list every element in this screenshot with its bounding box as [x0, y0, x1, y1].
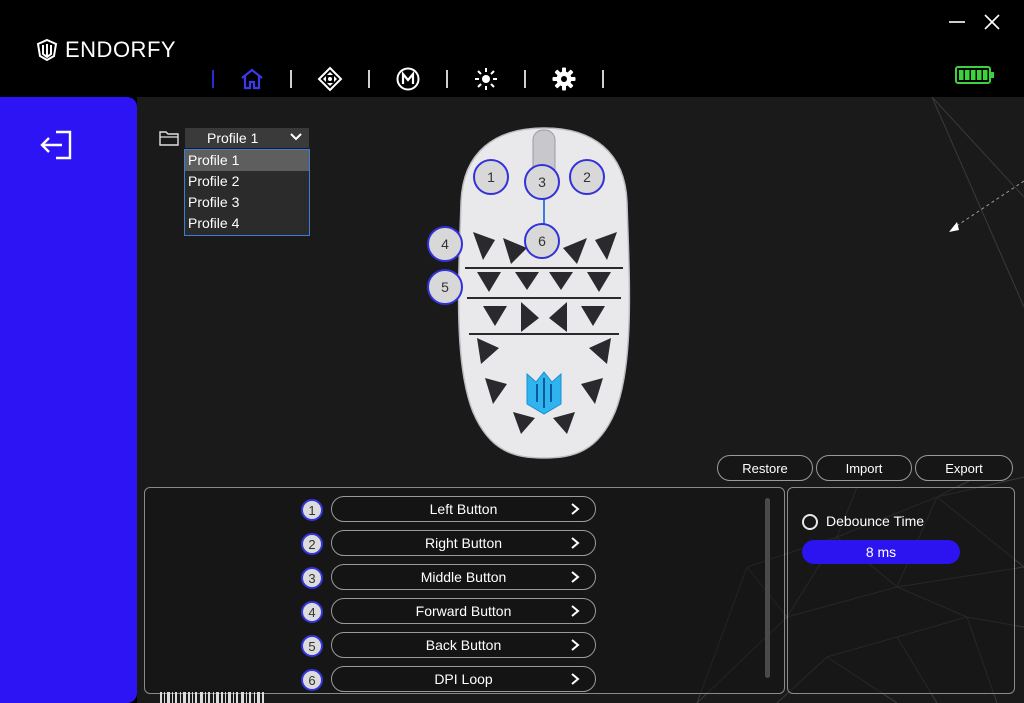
nav-divider: [602, 70, 604, 88]
mouse-hotspot-1[interactable]: 1: [473, 159, 509, 195]
chevron-right-icon: [571, 605, 580, 617]
assign-button[interactable]: Back Button: [331, 632, 596, 658]
button-number-badge: 2: [301, 533, 323, 555]
minimize-icon[interactable]: [945, 12, 969, 32]
battery-cell: [971, 70, 976, 80]
brand-name: ENDORFY: [65, 37, 177, 62]
button-assignment-row: 1 Left Button: [145, 496, 786, 524]
debounce-radio[interactable]: [802, 514, 818, 530]
chevron-right-icon: [571, 673, 580, 685]
move-icon: [317, 66, 343, 92]
button-assignment-row: 4 Forward Button: [145, 598, 786, 626]
profile-dropdown-list: Profile 1 Profile 2 Profile 3 Profile 4: [184, 149, 310, 236]
import-button[interactable]: Import: [816, 455, 912, 481]
settings-icon: [552, 67, 576, 91]
profile-option[interactable]: Profile 1: [185, 150, 309, 171]
endorfy-logo-icon: [36, 38, 58, 62]
battery-cell: [959, 70, 964, 80]
chevron-down-icon: [290, 133, 302, 141]
button-number-badge: 5: [301, 635, 323, 657]
button-assignment-row: 5 Back Button: [145, 632, 786, 660]
chevron-right-icon: [571, 639, 580, 651]
mouse-hotspot-6[interactable]: 6: [524, 223, 560, 259]
folder-icon[interactable]: [158, 129, 180, 147]
top-nav: [212, 62, 604, 96]
barcode-decoration: [160, 692, 264, 703]
button-number-badge: 3: [301, 567, 323, 589]
assign-button-label: Right Button: [424, 535, 503, 551]
chevron-right-icon: [571, 537, 580, 549]
assign-button[interactable]: Middle Button: [331, 564, 596, 590]
mouse-hotspot-2[interactable]: 2: [569, 159, 605, 195]
assign-button-label: Middle Button: [420, 569, 507, 585]
assign-button-label: Left Button: [429, 501, 498, 517]
battery-cell: [965, 70, 970, 80]
profile-dropdown[interactable]: Profile 1: [185, 128, 309, 148]
debounce-label: Debounce Time: [826, 513, 925, 529]
mouse-hotspot-3[interactable]: 3: [524, 164, 560, 200]
button-assignment-row: 3 Middle Button: [145, 564, 786, 592]
nav-macro[interactable]: [370, 62, 446, 96]
macro-icon: [396, 67, 420, 91]
mouse-hotspot-4[interactable]: 4: [427, 226, 463, 262]
assign-button[interactable]: Right Button: [331, 530, 596, 556]
battery-cell: [977, 70, 982, 80]
exit-icon[interactable]: [38, 129, 74, 161]
profile-option[interactable]: Profile 3: [185, 192, 309, 213]
assign-button-label: Back Button: [425, 637, 502, 653]
battery-cell: [983, 70, 988, 80]
close-icon[interactable]: [980, 10, 1004, 34]
chevron-right-icon: [571, 503, 580, 515]
button-assignment-row: 6 DPI Loop: [145, 666, 786, 694]
list-scrollbar[interactable]: [765, 498, 770, 678]
nav-home[interactable]: [214, 62, 290, 96]
brand-logo: ENDORFY: [35, 35, 176, 65]
home-icon: [241, 68, 263, 90]
assign-button-label: Forward Button: [415, 603, 512, 619]
battery-icon: [955, 66, 994, 84]
lighting-icon: [475, 68, 497, 90]
export-button[interactable]: Export: [915, 455, 1013, 481]
mouse-hotspot-5[interactable]: 5: [427, 269, 463, 305]
chevron-right-icon: [571, 571, 580, 583]
assign-button[interactable]: Forward Button: [331, 598, 596, 624]
main-area: Profile 1 Profile 1 Profile 2 Profile 3 …: [137, 97, 1024, 703]
profile-selected-value: Profile 1: [207, 130, 259, 146]
assign-button-label: DPI Loop: [434, 671, 493, 687]
button-number-badge: 4: [301, 601, 323, 623]
debounce-value-button[interactable]: 8 ms: [802, 540, 960, 564]
profile-option[interactable]: Profile 2: [185, 171, 309, 192]
nav-lighting[interactable]: [448, 62, 524, 96]
debounce-panel: Debounce Time 8 ms: [787, 487, 1015, 694]
nav-move[interactable]: [292, 62, 368, 96]
profile-option[interactable]: Profile 4: [185, 213, 309, 234]
button-assignment-row: 2 Right Button: [145, 530, 786, 558]
title-bar: ENDORFY: [0, 0, 1024, 97]
assign-button[interactable]: Left Button: [331, 496, 596, 522]
assign-button[interactable]: DPI Loop: [331, 666, 596, 692]
nav-settings[interactable]: [526, 62, 602, 96]
restore-button[interactable]: Restore: [717, 455, 813, 481]
sidebar: [0, 97, 137, 703]
button-assignment-panel: 1 Left Button 2 Right Button 3 Middle Button 4…: [144, 487, 785, 694]
button-number-badge: 6: [301, 669, 323, 691]
button-number-badge: 1: [301, 499, 323, 521]
